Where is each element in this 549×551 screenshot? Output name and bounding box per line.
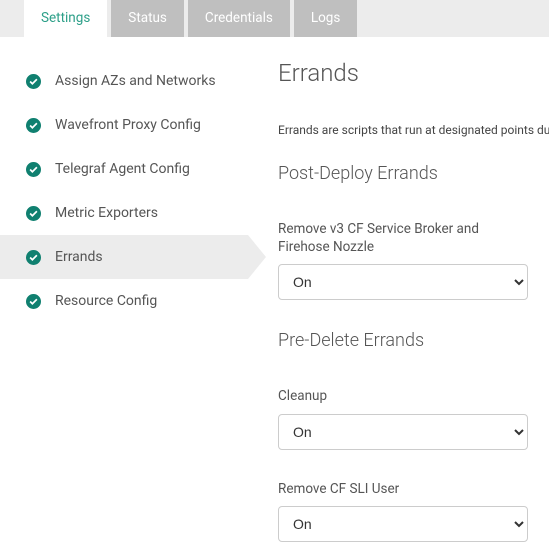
sidebar-item-wavefront[interactable]: Wavefront Proxy Config bbox=[0, 103, 248, 147]
field-label: Remove v3 CF Service Broker and Firehose… bbox=[278, 220, 528, 256]
check-circle-icon bbox=[26, 206, 41, 221]
sidebar: Assign AZs and Networks Wavefront Proxy … bbox=[0, 37, 248, 549]
main-content: Errands Errands are scripts that run at … bbox=[248, 37, 549, 549]
check-circle-icon bbox=[26, 294, 41, 309]
select-remove-sli-user[interactable]: On bbox=[278, 506, 528, 542]
sidebar-item-telegraf[interactable]: Telegraf Agent Config bbox=[0, 147, 248, 191]
sidebar-item-azs-networks[interactable]: Assign AZs and Networks bbox=[0, 59, 248, 103]
field-label: Cleanup bbox=[278, 387, 528, 405]
tab-status[interactable]: Status bbox=[111, 0, 184, 37]
form-group-cleanup: Cleanup On bbox=[278, 387, 549, 449]
tab-logs[interactable]: Logs bbox=[294, 0, 358, 37]
sidebar-item-label: Errands bbox=[55, 249, 103, 265]
check-circle-icon bbox=[26, 250, 41, 265]
form-group-remove-sli-user: Remove CF SLI User On bbox=[278, 480, 549, 542]
sidebar-item-label: Assign AZs and Networks bbox=[55, 73, 216, 89]
section-heading-pre-delete: Pre-Delete Errands bbox=[278, 330, 549, 351]
field-label: Remove CF SLI User bbox=[278, 480, 528, 498]
select-remove-v3-broker[interactable]: On bbox=[278, 264, 528, 300]
tab-credentials[interactable]: Credentials bbox=[188, 0, 290, 37]
check-circle-icon bbox=[26, 74, 41, 89]
select-cleanup[interactable]: On bbox=[278, 414, 528, 450]
sidebar-item-label: Metric Exporters bbox=[55, 205, 158, 221]
layout: Assign AZs and Networks Wavefront Proxy … bbox=[0, 37, 549, 549]
description-text: Errands are scripts that run at designat… bbox=[278, 123, 549, 137]
tab-settings[interactable]: Settings bbox=[24, 0, 107, 37]
tabs-bar: Settings Status Credentials Logs bbox=[0, 0, 549, 37]
sidebar-item-label: Wavefront Proxy Config bbox=[55, 117, 201, 133]
check-circle-icon bbox=[26, 118, 41, 133]
form-group-remove-v3-broker: Remove v3 CF Service Broker and Firehose… bbox=[278, 220, 549, 300]
page-title: Errands bbox=[278, 59, 549, 87]
section-heading-post-deploy: Post-Deploy Errands bbox=[278, 163, 549, 184]
sidebar-item-label: Telegraf Agent Config bbox=[55, 161, 190, 177]
sidebar-item-metric-exporters[interactable]: Metric Exporters bbox=[0, 191, 248, 235]
sidebar-item-label: Resource Config bbox=[55, 293, 157, 309]
sidebar-item-errands[interactable]: Errands bbox=[0, 235, 248, 279]
check-circle-icon bbox=[26, 162, 41, 177]
sidebar-item-resource-config[interactable]: Resource Config bbox=[0, 279, 248, 323]
